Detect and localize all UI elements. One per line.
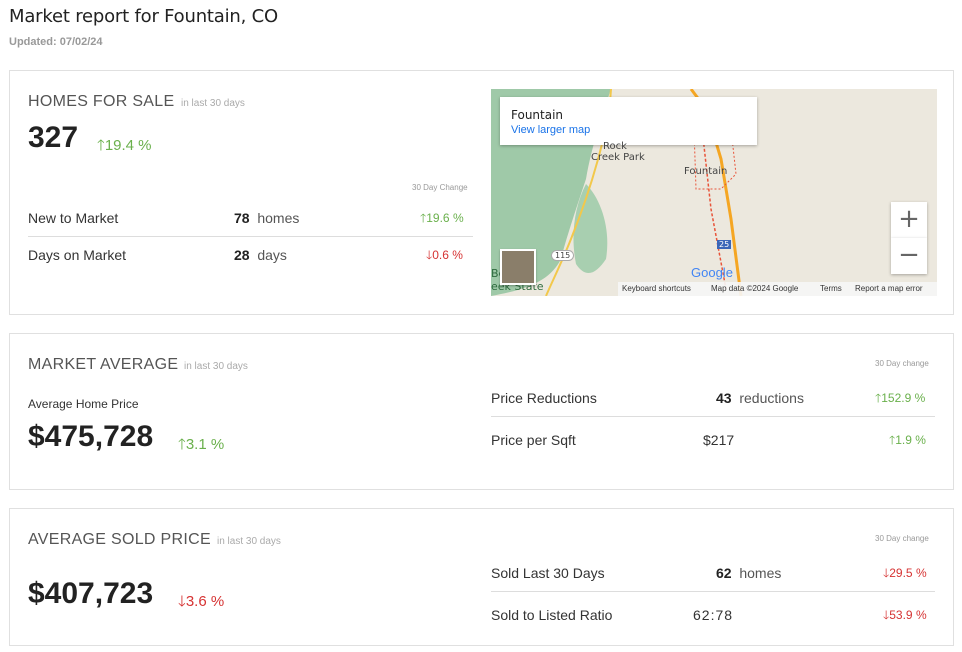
section-period: in last 30 days — [217, 536, 281, 547]
row-divider — [491, 416, 935, 417]
average-sold-price-change: 🡓3.6 % — [178, 593, 225, 610]
view-larger-map-link[interactable]: View larger map — [511, 124, 590, 136]
map-embed[interactable]: Fountain View larger map Rock Creek Park… — [491, 89, 937, 296]
change-header: 30 Day Change — [412, 183, 468, 192]
row-value: 62:78 — [693, 607, 734, 623]
row-label: Sold to Listed Ratio — [491, 607, 613, 623]
route-25-badge: 25 — [717, 240, 732, 249]
average-home-price-change: 🡑3.1 % — [178, 436, 225, 453]
row-value: 28 days — [234, 247, 287, 263]
homes-for-sale-card: HOMES FOR SALE in last 30 days 327 🡑19.4… — [9, 70, 954, 315]
section-period: in last 30 days — [184, 361, 248, 372]
zoom-out-button[interactable]: − — [891, 238, 927, 274]
average-home-price-label: Average Home Price — [28, 397, 139, 411]
row-divider — [491, 591, 935, 592]
change-header: 30 Day change — [875, 534, 929, 543]
change-header: 30 Day change — [875, 359, 929, 368]
map-info-popup: Fountain View larger map — [500, 97, 757, 145]
row-change: 🡑152.9 % — [875, 391, 926, 405]
homes-for-sale-change: 🡑19.4 % — [97, 137, 152, 154]
row-divider — [28, 236, 473, 237]
map-label: Rock — [603, 141, 627, 152]
map-data-text: Map data ©2024 Google — [711, 284, 799, 293]
average-sold-price-value: $407,723 — [28, 577, 154, 610]
section-period: in last 30 days — [181, 98, 245, 109]
section-title: HOMES FOR SALE — [28, 93, 175, 110]
market-average-card: MARKET AVERAGE in last 30 days 30 Day ch… — [9, 333, 954, 490]
row-label: Sold Last 30 Days — [491, 565, 605, 581]
arrow-up-icon: 🡑 — [97, 137, 105, 154]
row-change: 🡑1.9 % — [889, 433, 926, 447]
arrow-down-icon: 🡓 — [178, 593, 186, 610]
row-change: 🡓0.6 % — [426, 248, 463, 262]
terms-link[interactable]: Terms — [820, 284, 842, 293]
average-home-price-value: $475,728 — [28, 420, 154, 453]
row-value: 43 reductions — [716, 390, 804, 406]
row-value: $217 — [703, 432, 735, 448]
row-change: 🡑19.6 % — [420, 211, 464, 225]
keyboard-shortcuts-link[interactable]: Keyboard shortcuts — [622, 284, 691, 293]
row-value: 78 homes — [234, 210, 300, 226]
map-satellite-thumbnail[interactable] — [500, 249, 536, 285]
homes-for-sale-value: 327 — [28, 121, 79, 154]
row-value: 62 homes — [716, 565, 782, 581]
page-title: Market report for Fountain, CO — [9, 6, 278, 27]
section-title: AVERAGE SOLD PRICE — [28, 531, 211, 548]
row-change: 🡓29.5 % — [883, 566, 927, 580]
map-footer: Keyboard shortcuts Map data ©2024 Google… — [618, 282, 937, 296]
row-label: Price Reductions — [491, 390, 597, 406]
map-place-name: Fountain — [511, 108, 564, 122]
row-change: 🡓53.9 % — [883, 608, 927, 622]
map-label: Fountain — [684, 166, 728, 177]
report-map-error-link[interactable]: Report a map error — [855, 284, 923, 293]
route-115-badge: 115 — [551, 250, 575, 261]
arrow-up-icon: 🡑 — [178, 436, 186, 453]
zoom-in-button[interactable]: + — [891, 202, 927, 238]
map-label: Creek Park — [591, 152, 645, 163]
average-sold-price-card: AVERAGE SOLD PRICE in last 30 days 30 Da… — [9, 508, 954, 646]
section-title: MARKET AVERAGE — [28, 356, 179, 373]
row-label: New to Market — [28, 210, 119, 226]
row-label: Days on Market — [28, 247, 127, 263]
google-logo: Google — [691, 265, 733, 280]
updated-date: Updated: 07/02/24 — [9, 36, 103, 48]
row-label: Price per Sqft — [491, 432, 576, 448]
